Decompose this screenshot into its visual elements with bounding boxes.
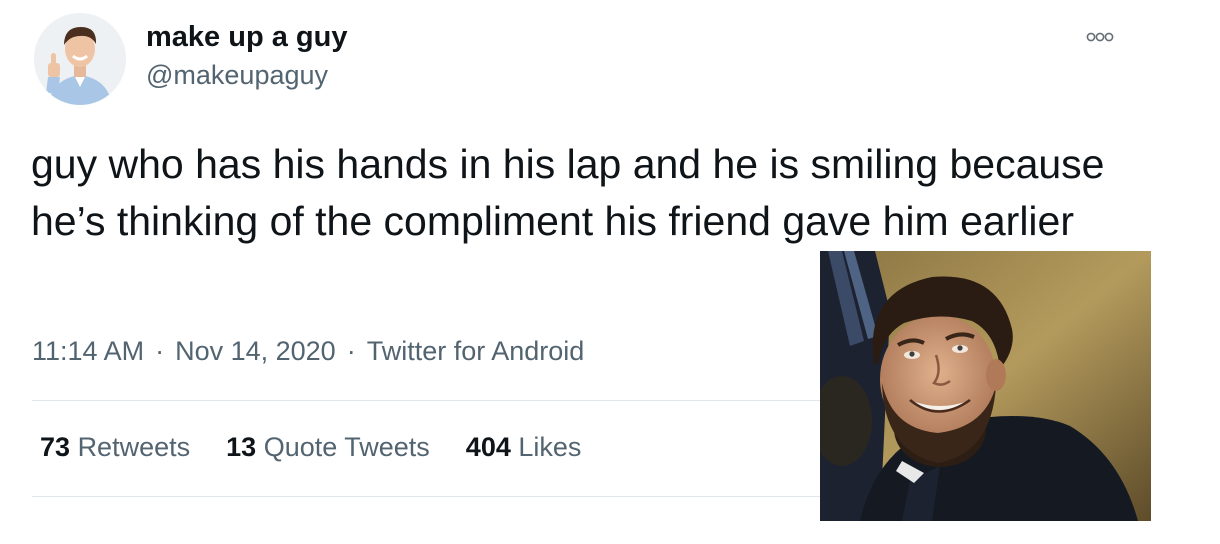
more-options-button[interactable] bbox=[1080, 22, 1120, 52]
avatar-image bbox=[34, 13, 126, 105]
retweets-stat[interactable]: 73 Retweets bbox=[40, 432, 190, 463]
tweet-time[interactable]: 11:14 AM bbox=[32, 336, 144, 366]
quote-tweets-stat[interactable]: 13 Quote Tweets bbox=[226, 432, 430, 463]
divider-bottom bbox=[32, 496, 822, 497]
tweet-source[interactable]: Twitter for Android bbox=[367, 336, 585, 366]
tweet-text: guy who has his hands in his lap and he … bbox=[31, 141, 1105, 244]
meta-separator: · bbox=[155, 336, 165, 366]
retweets-count: 73 bbox=[40, 432, 71, 462]
user-handle[interactable]: @makeupaguy bbox=[146, 60, 328, 91]
overlay-photo bbox=[820, 251, 1151, 521]
avatar[interactable] bbox=[34, 13, 126, 105]
likes-label: Likes bbox=[518, 432, 582, 462]
quote-tweets-count: 13 bbox=[226, 432, 257, 462]
retweets-label: Retweets bbox=[77, 432, 191, 462]
more-dots-icon bbox=[1086, 32, 1114, 42]
display-name[interactable]: make up a guy bbox=[146, 21, 347, 54]
tweet-stats: 73 Retweets 13 Quote Tweets 404 Likes bbox=[40, 432, 617, 463]
meta-separator: · bbox=[346, 336, 356, 366]
likes-stat[interactable]: 404 Likes bbox=[466, 432, 582, 463]
quote-tweets-label: Quote Tweets bbox=[263, 432, 430, 462]
likes-count: 404 bbox=[465, 432, 511, 462]
smiling-man-photo bbox=[820, 251, 1151, 521]
tweet-date[interactable]: Nov 14, 2020 bbox=[175, 336, 336, 366]
divider-top bbox=[32, 400, 822, 401]
tweet-meta: 11:14 AM · Nov 14, 2020 · Twitter for Androi… bbox=[32, 336, 584, 367]
